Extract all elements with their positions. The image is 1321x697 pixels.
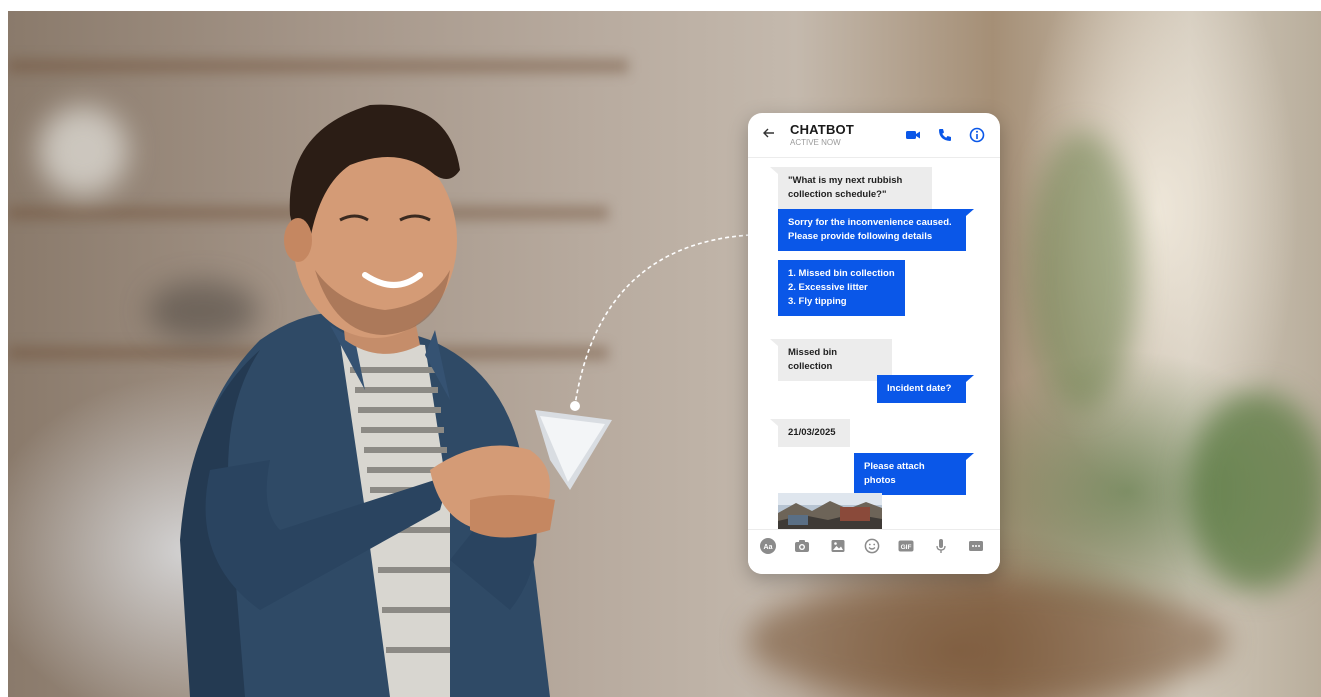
list-line: 1. Missed bin collection	[788, 268, 895, 279]
list-line: 2. Excessive litter	[788, 282, 868, 293]
message-incoming: Missed bin collection	[778, 339, 892, 381]
message-list: "What is my next rubbish collection sche…	[748, 157, 1000, 529]
chat-status: ACTIVE NOW	[790, 138, 841, 147]
gif-label: GIF	[901, 544, 912, 551]
bubble-tail	[770, 419, 778, 426]
blurred-plant	[1188, 391, 1321, 591]
blurred-vase	[38, 106, 128, 196]
camera-icon[interactable]	[794, 538, 810, 554]
message-outgoing: Please attach photos	[854, 453, 966, 495]
blurred-table	[748, 581, 1228, 697]
gif-icon[interactable]: GIF	[898, 538, 914, 554]
back-arrow-icon[interactable]	[762, 126, 776, 140]
person-illustration	[180, 104, 612, 697]
message-incoming: 21/03/2025	[778, 419, 850, 447]
attached-photo[interactable]	[778, 493, 882, 529]
chat-title: CHATBOT	[790, 122, 854, 137]
video-call-icon[interactable]	[905, 127, 921, 143]
emoji-icon[interactable]	[864, 538, 880, 554]
blurred-plant	[1028, 131, 1138, 411]
text-format-icon[interactable]: Aa	[760, 538, 776, 554]
composer-toolbar: Aa GIF	[748, 529, 1000, 574]
microphone-icon[interactable]	[933, 538, 949, 554]
message-outgoing-list: 1. Missed bin collection 2. Excessive li…	[778, 260, 905, 316]
bubble-tail	[770, 339, 778, 346]
bubble-tail	[966, 375, 974, 382]
info-icon[interactable]	[969, 127, 985, 143]
message-outgoing: Sorry for the inconvenience caused. Plea…	[778, 209, 966, 251]
more-icon[interactable]	[968, 538, 984, 554]
bubble-tail	[966, 453, 974, 460]
message-outgoing: Incident date?	[877, 375, 966, 403]
image-icon[interactable]	[830, 538, 846, 554]
bubble-tail	[966, 209, 974, 216]
chat-header: CHATBOT ACTIVE NOW	[748, 113, 1000, 158]
message-incoming: "What is my next rubbish collection sche…	[778, 167, 932, 209]
chat-phone-window: CHATBOT ACTIVE NOW "What is my next rubb…	[748, 113, 1000, 574]
connector-line	[570, 234, 751, 411]
text-format-label: Aa	[764, 544, 773, 551]
phone-call-icon[interactable]	[937, 127, 953, 143]
blurred-shelf	[8, 59, 628, 73]
bubble-tail	[770, 167, 778, 174]
list-line: 3. Fly tipping	[788, 296, 847, 307]
